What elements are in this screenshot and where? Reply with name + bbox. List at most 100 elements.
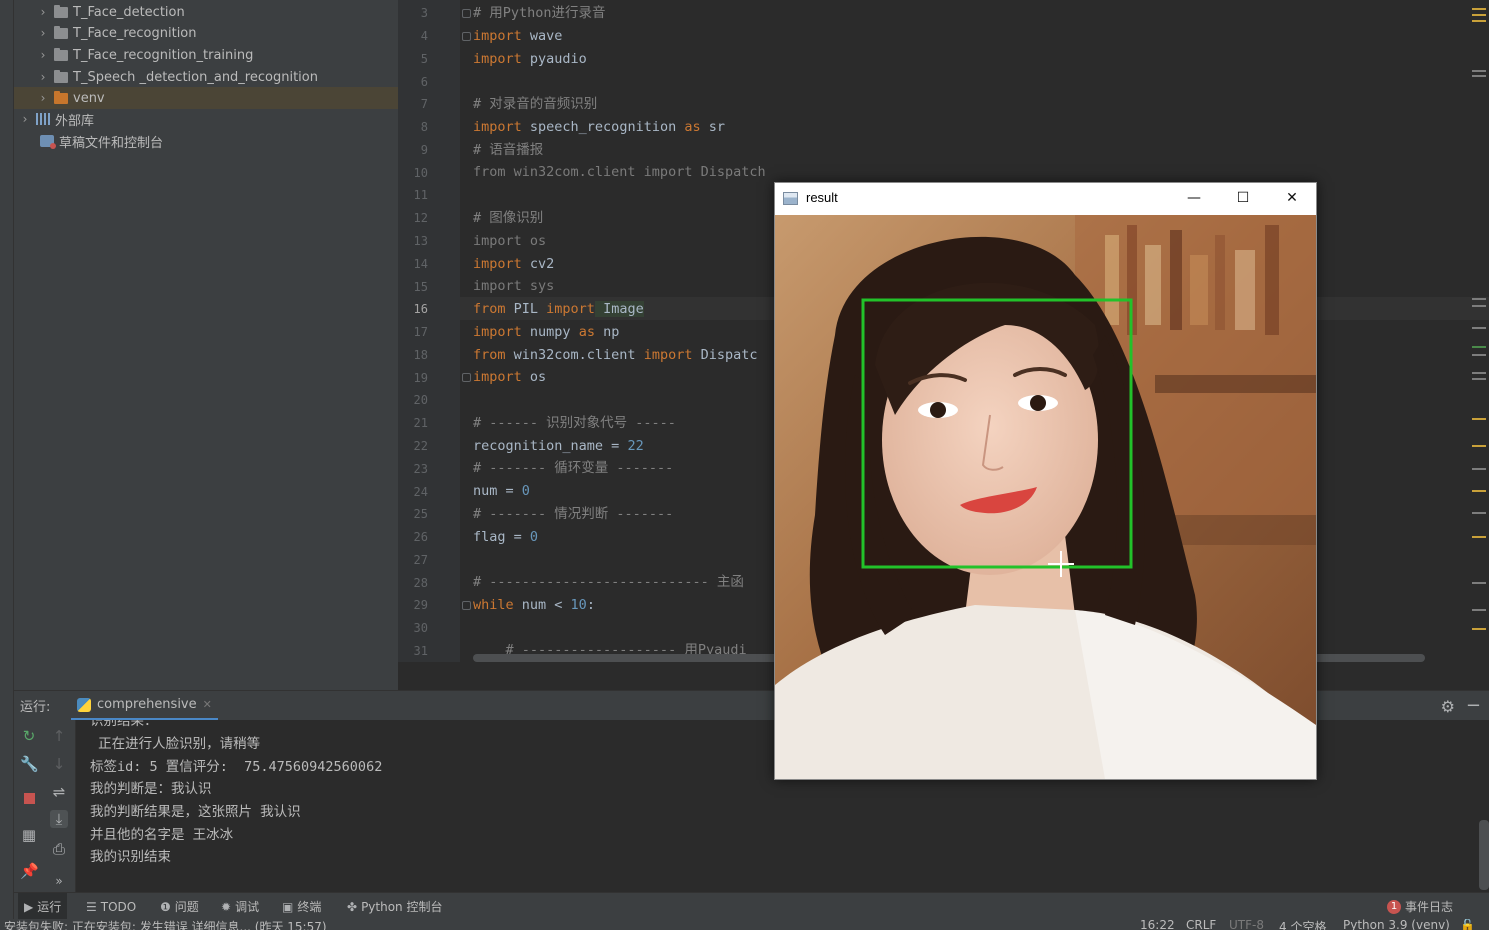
minimize-icon[interactable]: − [1466,695,1481,716]
info-marker[interactable] [1472,305,1486,307]
arrow-down-icon[interactable]: ↓ [50,755,68,773]
warning-marker[interactable] [1472,628,1486,630]
play-icon: ▶ [24,899,34,914]
info-marker[interactable] [1472,354,1486,356]
stop-icon[interactable] [20,790,38,808]
pin-icon[interactable]: 📌 [20,862,39,880]
chevron-right-icon[interactable]: › [38,26,48,40]
fold-marker-icon[interactable] [462,601,471,610]
run-toolbar-secondary: ↑ ↓ ⇌ ⤓ ⎙ » [44,720,76,892]
warning-marker[interactable] [1472,490,1486,492]
warning-marker[interactable] [1472,536,1486,538]
project-tree: › T_Face_detection › T_Face_recognition … [14,0,398,690]
warning-marker[interactable] [1472,20,1486,22]
tree-item-label: venv [73,90,105,106]
print-icon[interactable]: ⎙ [50,840,68,858]
info-marker[interactable] [1472,298,1486,300]
info-marker[interactable] [1472,372,1486,374]
terminal-icon: ▣ [282,899,294,914]
keyword: import [473,324,522,340]
change-marker[interactable] [1472,346,1486,348]
identifier: PIL [505,301,547,317]
soft-wrap-icon[interactable]: ⇌ [50,783,68,801]
tool-tab-label: 问题 [174,900,199,914]
result-window-titlebar[interactable]: result — ☐ ✕ [775,183,1316,215]
line-number: 11 [413,188,428,202]
chevron-right-icon[interactable]: › [38,5,48,19]
warning-marker[interactable] [1472,8,1486,10]
tool-tab-todo[interactable]: ☰ TODO [86,893,136,920]
status-message[interactable]: 安装包失败: 正在安装包: 发生错误 详细信息... (昨天 15:57) [4,919,327,930]
maximize-button[interactable]: ☐ [1220,183,1266,215]
status-encoding[interactable]: UTF-8 [1229,919,1264,930]
info-marker[interactable] [1472,468,1486,470]
tool-tab-debug[interactable]: ✹ 调试 [221,893,259,920]
keyword: import [473,369,522,385]
run-tab-comprehensive[interactable]: comprehensive ✕ [71,691,218,721]
tree-item-scratches[interactable]: 草稿文件和控制台 [14,130,398,152]
chevron-right-icon[interactable]: › [20,112,30,126]
tree-item-t-face-recognition[interactable]: › T_Face_recognition [14,22,398,44]
tool-tab-label: 事件日志 [1405,900,1454,914]
console-scrollbar[interactable] [1479,820,1489,890]
console-line: 我的判断结果是，这张照片 我认识 [90,804,301,820]
status-indent[interactable]: 4 个空格 [1279,919,1326,930]
chevron-right-icon[interactable]: › [38,70,48,84]
tool-tab-problems[interactable]: ❶ 问题 [160,893,199,920]
keyword: import [473,256,522,272]
fold-marker-icon[interactable] [462,9,471,18]
info-marker[interactable] [1472,512,1486,514]
info-marker[interactable] [1472,582,1486,584]
portrait-illustration [775,215,1316,779]
info-marker[interactable] [1472,327,1486,329]
library-icon [36,113,50,125]
status-interpreter[interactable]: Python 3.9 (venv) [1343,919,1450,930]
status-line-separator[interactable]: CRLF [1186,919,1216,930]
code-line-10: from win32com.client import Dispatch [473,164,766,180]
warning-marker[interactable] [1472,418,1486,420]
info-marker[interactable] [1472,70,1486,72]
code-line-4: import wave [473,25,562,47]
close-button[interactable]: ✕ [1269,183,1315,215]
more-icon[interactable]: » [50,872,68,890]
code-line-25: # ------- 情况判断 ------- [473,506,674,522]
tool-tab-terminal[interactable]: ▣ 终端 [282,893,321,920]
warning-marker[interactable] [1472,445,1486,447]
tree-item-t-face-recognition-training[interactable]: › T_Face_recognition_training [14,44,398,66]
fold-marker-icon[interactable] [462,32,471,41]
line-number: 13 [413,234,428,248]
info-icon: ❶ [160,899,171,914]
arrow-up-icon[interactable]: ↑ [50,727,68,745]
tree-item-t-face-detection[interactable]: › T_Face_detection [14,1,398,23]
rerun-icon[interactable]: ↻ [20,727,38,745]
tree-item-external-libraries[interactable]: › 外部库 [14,108,398,130]
tool-tab-run[interactable]: ▶ 运行 [18,893,68,920]
chevron-right-icon[interactable]: › [38,91,48,105]
info-marker[interactable] [1472,609,1486,611]
minimize-button[interactable]: — [1171,183,1217,215]
close-icon[interactable]: ✕ [203,698,212,711]
status-cursor-position[interactable]: 16:22 [1140,919,1175,930]
tree-item-venv[interactable]: › venv [14,87,398,109]
warning-marker[interactable] [1472,14,1486,16]
tool-tab-label: Python 控制台 [361,900,443,914]
fold-marker-icon[interactable] [462,373,471,382]
tool-tab-event-log[interactable]: 1 事件日志 [1387,893,1453,920]
info-marker[interactable] [1472,75,1486,77]
layout-icon[interactable]: ▦ [20,826,38,844]
lock-icon[interactable]: 🔓 [1460,919,1475,930]
tool-tab-python-console[interactable]: ✤ Python 控制台 [347,893,442,920]
line-number: 4 [420,29,428,43]
tree-item-t-speech-detection[interactable]: › T_Speech _detection_and_recognition [14,66,398,88]
wrench-icon[interactable]: 🔧 [20,755,39,773]
scroll-to-end-icon[interactable]: ⤓ [50,810,68,828]
chevron-right-icon[interactable]: › [38,48,48,62]
line-number: 21 [413,416,428,430]
result-window[interactable]: result — ☐ ✕ [774,182,1317,780]
number-literal: 10 [570,597,587,613]
window-app-icon [783,192,798,205]
gear-icon[interactable]: ⚙ [1441,697,1455,716]
info-marker[interactable] [1472,378,1486,380]
error-stripe[interactable] [1469,0,1489,662]
line-number: 6 [420,75,428,89]
